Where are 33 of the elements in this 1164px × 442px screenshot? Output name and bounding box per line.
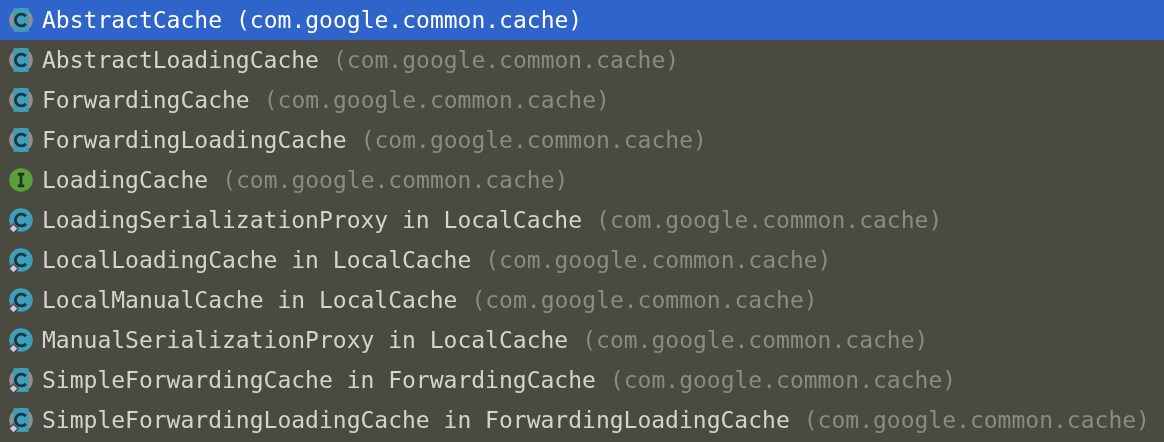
package-name: (com.google.common.cache) (609, 367, 957, 393)
class-list-item[interactable]: AbstractCache (com.google.common.cache) (0, 0, 1164, 40)
class-list-item[interactable]: LoadingCache (com.google.common.cache) (0, 160, 1164, 200)
package-name: (com.google.common.cache) (332, 47, 680, 73)
class-list-item[interactable]: ManualSerializationProxy in LocalCache (com.google.common.cache) (0, 320, 1164, 360)
class-name: SimpleForwardingCache in ForwardingCache (42, 367, 596, 393)
class-name: ForwardingCache (42, 87, 250, 113)
package-name: (com.google.common.cache) (222, 167, 569, 193)
class-name: ForwardingLoadingCache (42, 127, 347, 153)
package-name: (com.google.common.cache) (360, 127, 707, 153)
package-name: (com.google.common.cache) (582, 327, 929, 353)
class-name: LocalLoadingCache in LocalCache (42, 247, 472, 273)
class-list-item[interactable]: AbstractLoadingCache (com.google.common.cache) (0, 40, 1164, 80)
class-name: LoadingCache (42, 167, 209, 193)
class-list-item[interactable]: LoadingSerializationProxy in LocalCache (com.google.common.cache) (0, 200, 1164, 240)
class-name: AbstractCache (42, 7, 222, 33)
class-list-item[interactable]: LocalManualCache in LocalCache (com.google.common.cache) (0, 280, 1164, 320)
class-name: LocalManualCache in LocalCache (42, 287, 458, 313)
class-list-item[interactable]: ForwardingLoadingCache (com.google.common.cache) (0, 120, 1164, 160)
class-name: LoadingSerializationProxy in LocalCache (42, 207, 583, 233)
package-name: (com.google.common.cache) (236, 7, 583, 33)
package-name: (com.google.common.cache) (263, 87, 610, 113)
class-name: AbstractLoadingCache (42, 47, 319, 73)
package-name: (com.google.common.cache) (803, 407, 1150, 433)
class-name: SimpleForwardingLoadingCache in ForwardingLoadingCache (42, 407, 790, 433)
class-list-item[interactable]: SimpleForwardingCache in ForwardingCache (com.google.common.cache) (0, 360, 1164, 400)
package-name: (com.google.common.cache) (485, 247, 832, 273)
package-name: (com.google.common.cache) (471, 287, 818, 313)
class-list-item[interactable]: LocalLoadingCache in LocalCache (com.google.common.cache) (0, 240, 1164, 280)
package-name: (com.google.common.cache) (596, 207, 943, 233)
class-list-item[interactable]: SimpleForwardingLoadingCache in ForwardingLoadingCache (com.google.common.cache) (0, 400, 1164, 440)
class-name: ManualSerializationProxy in LocalCache (42, 327, 569, 353)
class-list-item[interactable]: ForwardingCache (com.google.common.cache) (0, 80, 1164, 120)
